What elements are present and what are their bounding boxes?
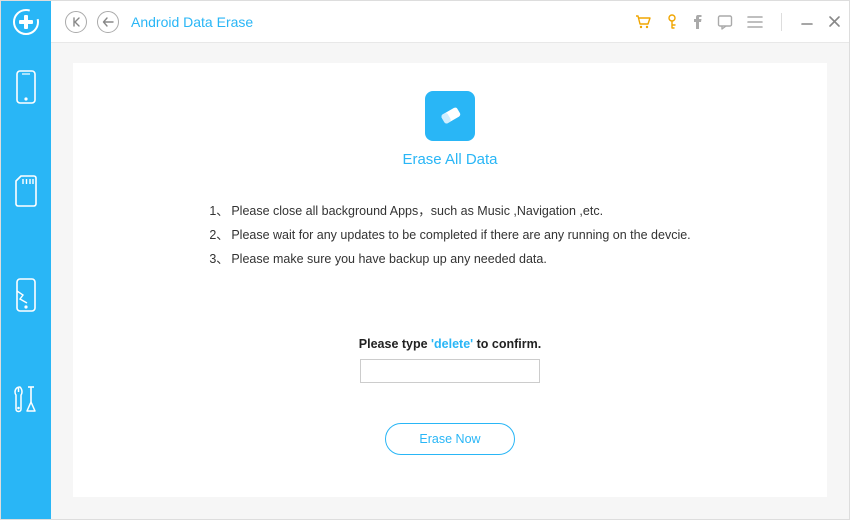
confirm-text: Please type 'delete' to confirm. (359, 337, 541, 351)
cart-icon[interactable] (635, 12, 651, 32)
instruction-text: Please close all background Apps，such as… (231, 200, 603, 224)
content-area: Erase All Data 1、Please close all backgr… (51, 43, 849, 519)
erase-title: Erase All Data (402, 151, 497, 168)
app-window: Android Data Erase (0, 0, 850, 520)
eraser-icon (435, 101, 465, 131)
main-panel: Erase All Data 1、Please close all backgr… (73, 63, 827, 497)
sdcard-icon (13, 175, 39, 207)
divider (781, 13, 782, 31)
nav-first-button[interactable] (65, 11, 87, 33)
sidebar-item-tools[interactable] (11, 375, 41, 423)
close-button[interactable] (828, 12, 841, 32)
confirm-block: Please type 'delete' to confirm. (359, 337, 541, 383)
instruction-row: 1、Please close all background Apps，such … (209, 200, 690, 224)
arrow-left-icon (102, 17, 114, 27)
confirm-prefix: Please type (359, 337, 428, 351)
app-logo (1, 1, 51, 43)
facebook-icon[interactable] (693, 12, 703, 32)
instruction-row: 3、Please make sure you have backup up an… (209, 248, 690, 272)
sidebar-item-broken-phone[interactable] (11, 271, 41, 319)
body: Erase All Data 1、Please close all backgr… (1, 43, 849, 519)
key-icon[interactable] (665, 12, 679, 32)
instruction-text: Please wait for any updates to be comple… (231, 224, 690, 248)
plus-logo-icon (13, 9, 39, 35)
nav-first-icon (71, 17, 81, 27)
sidebar-item-phone[interactable] (11, 63, 41, 111)
instruction-row: 2、Please wait for any updates to be comp… (209, 224, 690, 248)
titlebar: Android Data Erase (1, 1, 849, 43)
phone-icon (15, 69, 37, 105)
instruction-text: Please make sure you have backup up any … (231, 248, 547, 272)
page-title: Android Data Erase (131, 14, 253, 30)
erase-now-button[interactable]: Erase Now (385, 423, 515, 455)
menu-icon[interactable] (747, 12, 763, 32)
top-icons (635, 12, 841, 32)
confirm-suffix: to confirm. (477, 337, 542, 351)
sidebar-item-sdcard[interactable] (11, 167, 41, 215)
confirm-keyword: 'delete' (428, 337, 477, 351)
sidebar (1, 43, 51, 519)
nav-buttons (65, 11, 119, 33)
instructions: 1、Please close all background Apps，such … (209, 200, 690, 271)
tools-icon (12, 384, 40, 414)
nav-back-button[interactable] (97, 11, 119, 33)
broken-phone-icon (15, 277, 37, 313)
erase-icon-box (425, 91, 475, 141)
feedback-icon[interactable] (717, 12, 733, 32)
confirm-input[interactable] (360, 359, 540, 383)
minimize-button[interactable] (800, 12, 814, 32)
